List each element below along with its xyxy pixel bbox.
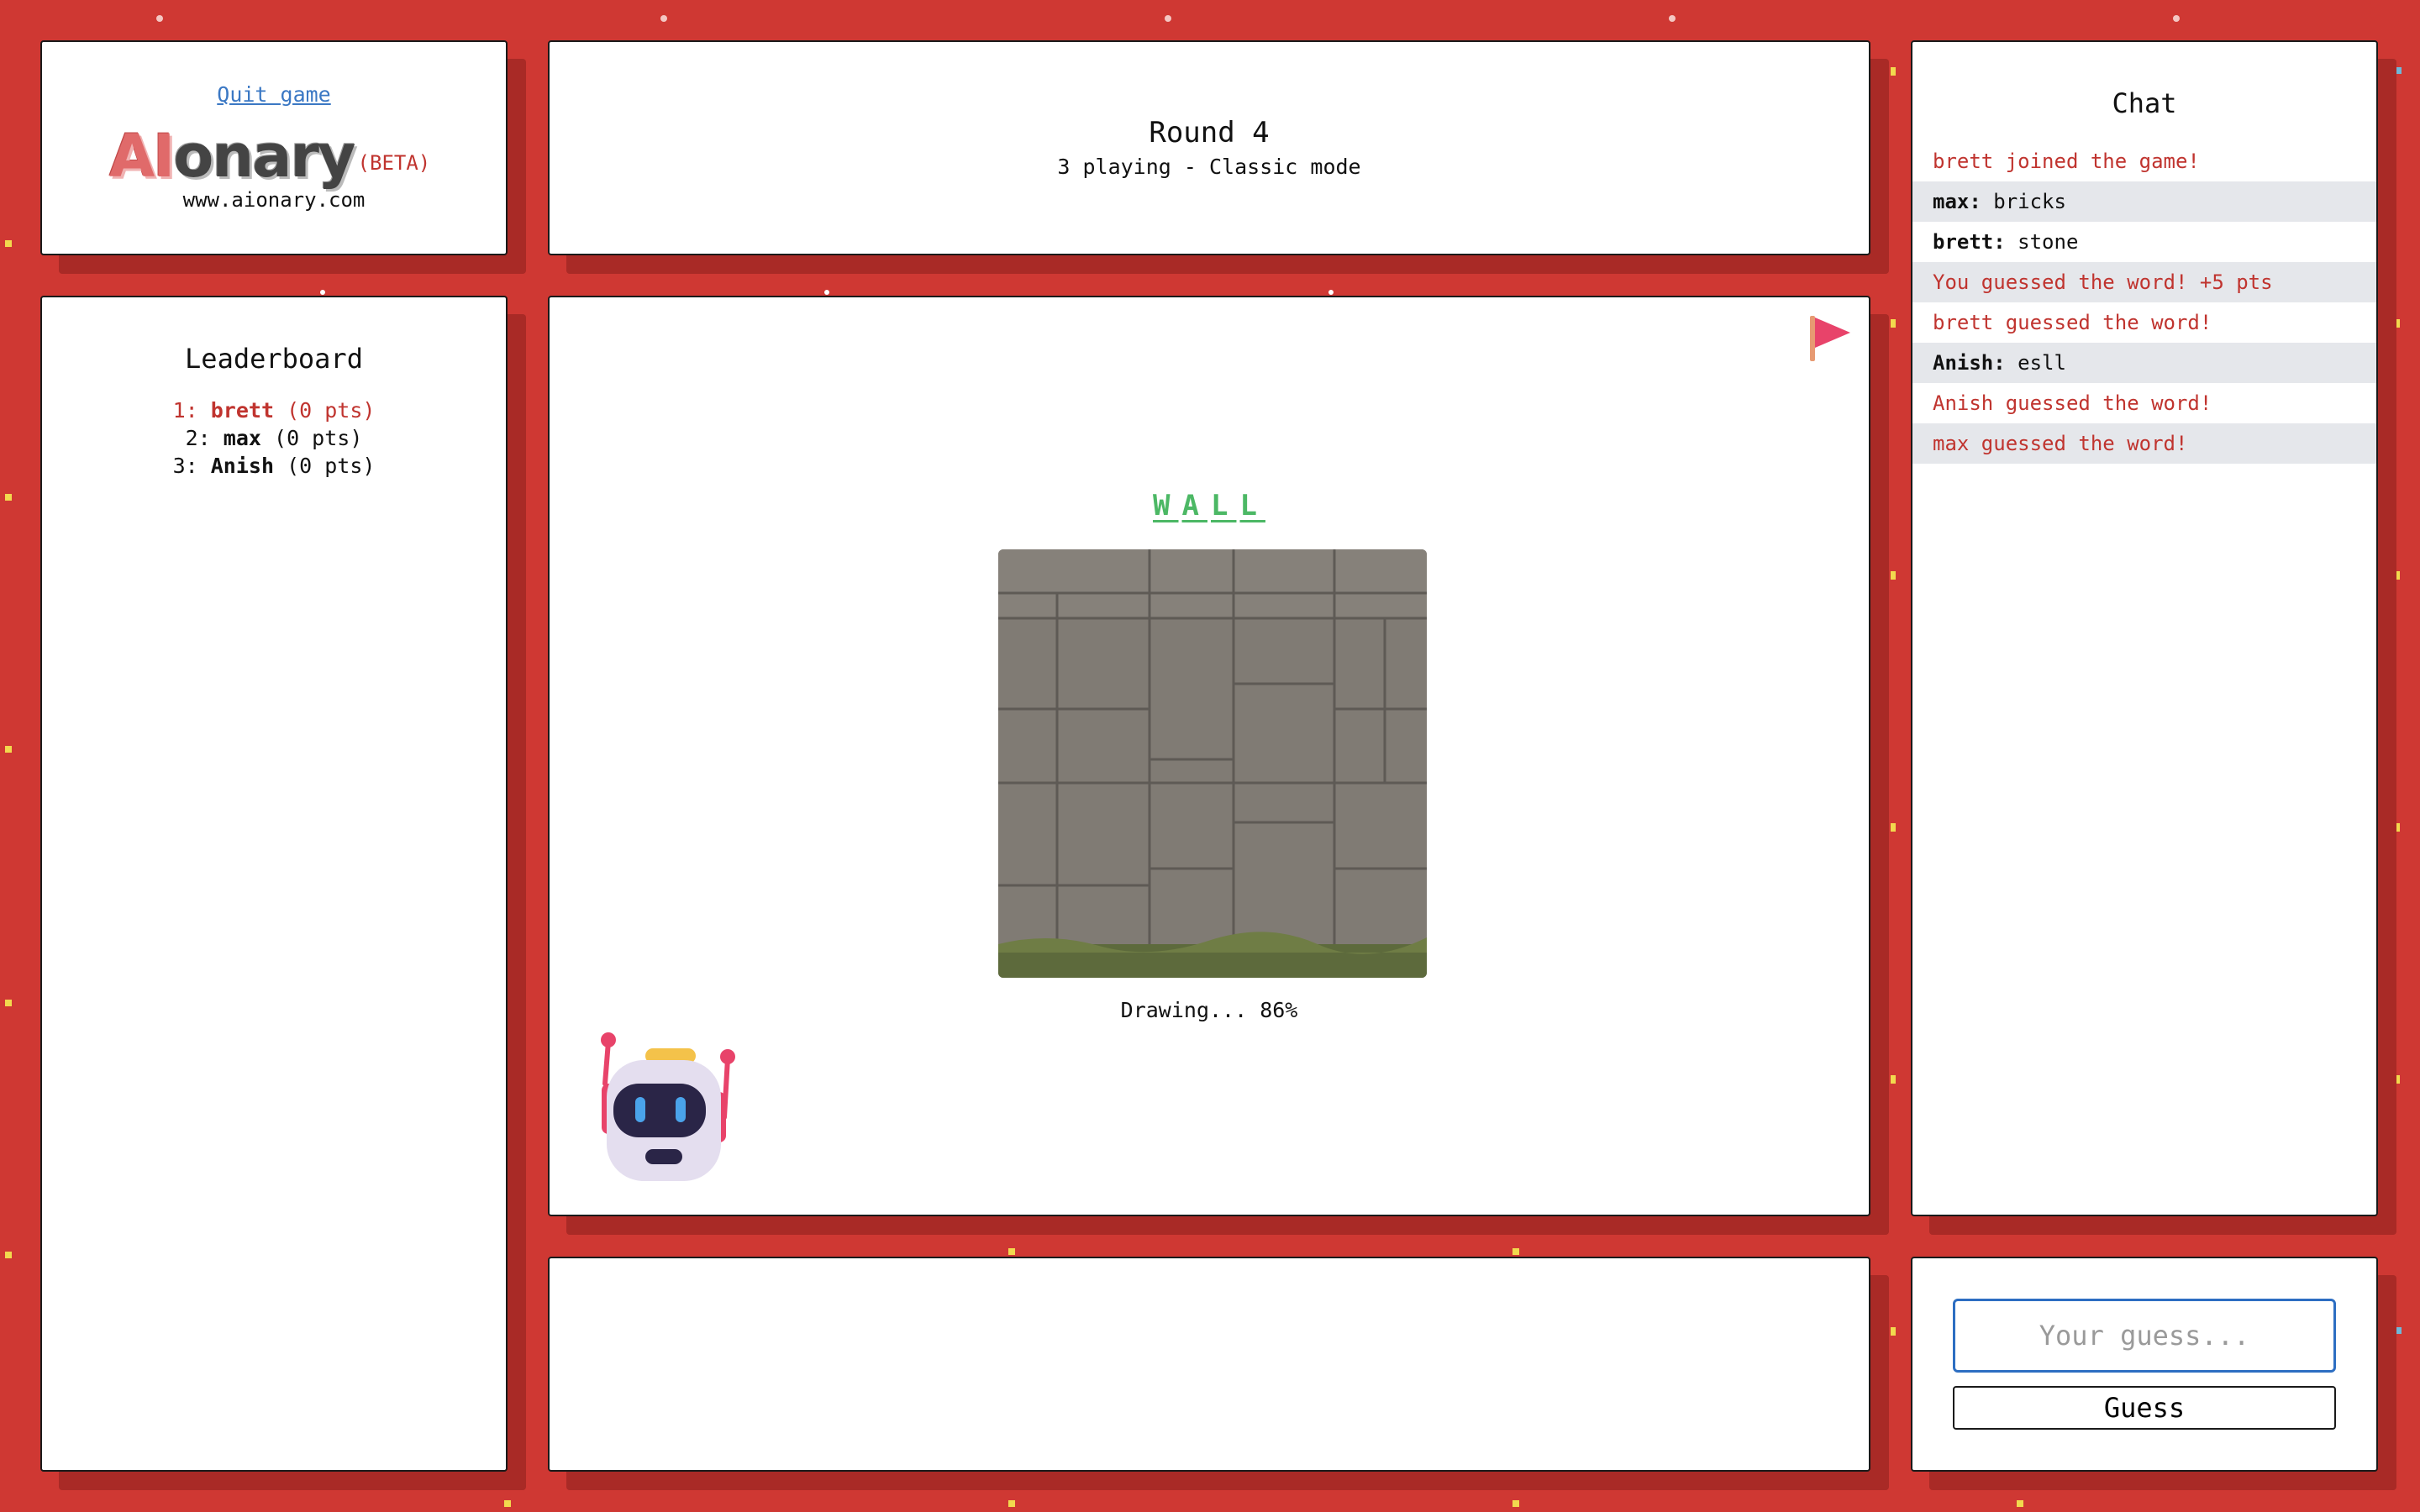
leaderboard-rank: 3: bbox=[172, 454, 198, 478]
chat-message-author: max: bbox=[1933, 190, 1981, 213]
chat-message: max: bricks bbox=[1912, 181, 2376, 222]
leaderboard-title: Leaderboard bbox=[185, 343, 363, 375]
leaderboard-player-name: brett bbox=[210, 398, 274, 423]
chat-message-text: brett joined the game! bbox=[1933, 150, 2200, 173]
guess-input[interactable] bbox=[1953, 1299, 2336, 1373]
chat-list[interactable]: brett joined the game! max: bricks brett… bbox=[1912, 141, 2376, 464]
leaderboard-list: 1: brett (0 pts) 2: max (0 pts) 3: Anish… bbox=[42, 396, 506, 480]
round-title: Round 4 bbox=[1149, 116, 1270, 150]
chat-title: Chat bbox=[2112, 87, 2177, 119]
leaderboard-points: (0 pts) bbox=[287, 398, 376, 423]
word-letter: W bbox=[1153, 489, 1179, 522]
word-letter: L bbox=[1211, 489, 1237, 522]
chat-message-text: brett guessed the word! bbox=[1933, 311, 2212, 334]
chat-message-text: You guessed the word! +5 pts bbox=[1933, 270, 2273, 294]
round-panel: Round 4 3 playing - Classic mode bbox=[548, 40, 1870, 255]
chat-message-text: max guessed the word! bbox=[1933, 432, 2188, 455]
leaderboard-rank: 1: bbox=[172, 398, 198, 423]
chat-message-author: Anish: bbox=[1933, 351, 2006, 375]
chat-message: brett: stone bbox=[1912, 222, 2376, 262]
secret-word: WALL bbox=[550, 489, 1869, 522]
leaderboard-row: 3: Anish (0 pts) bbox=[42, 452, 506, 480]
chat-message: brett joined the game! bbox=[1912, 141, 2376, 181]
chat-message: brett guessed the word! bbox=[1912, 302, 2376, 343]
drawing-panel: WALL Drawing... 86% bbox=[548, 296, 1870, 1216]
chat-message: max guessed the word! bbox=[1912, 423, 2376, 464]
beta-badge: (BETA) bbox=[357, 151, 431, 175]
robot-mascot-icon bbox=[601, 1032, 735, 1181]
chat-message: Anish: esll bbox=[1912, 343, 2376, 383]
guess-panel: Guess bbox=[1911, 1257, 2378, 1472]
logo-panel: Quit game AIonary (BETA) www.aionary.com bbox=[40, 40, 508, 255]
tools-panel bbox=[548, 1257, 1870, 1472]
quit-game-link[interactable]: Quit game bbox=[217, 82, 330, 107]
word-letter: A bbox=[1181, 489, 1207, 522]
chat-message-text: bricks bbox=[1981, 190, 2066, 213]
guess-button[interactable]: Guess bbox=[1953, 1386, 2336, 1430]
leaderboard-points: (0 pts) bbox=[274, 426, 363, 450]
leaderboard-rank: 2: bbox=[185, 426, 211, 450]
aionary-logo: AIonary (BETA) bbox=[109, 123, 430, 190]
drawing-progress: Drawing... 86% bbox=[1120, 998, 1298, 1022]
chat-message-text: esll bbox=[2005, 351, 2066, 375]
ai-drawing-image bbox=[998, 549, 1427, 978]
word-letter: L bbox=[1239, 489, 1265, 522]
leaderboard-panel: Leaderboard 1: brett (0 pts) 2: max (0 p… bbox=[40, 296, 508, 1472]
logo-onary-text: onary bbox=[173, 122, 355, 191]
chat-panel: Chat brett joined the game! max: bricks … bbox=[1911, 40, 2378, 1216]
report-flag-icon[interactable] bbox=[1808, 312, 1852, 363]
round-subtitle: 3 playing - Classic mode bbox=[1057, 155, 1361, 179]
leaderboard-points: (0 pts) bbox=[287, 454, 376, 478]
site-url: www.aionary.com bbox=[182, 188, 366, 212]
chat-message-text: stone bbox=[2005, 230, 2079, 254]
leaderboard-player-name: Anish bbox=[210, 454, 274, 478]
chat-message: Anish guessed the word! bbox=[1912, 383, 2376, 423]
leaderboard-row: 1: brett (0 pts) bbox=[42, 396, 506, 424]
leaderboard-row: 2: max (0 pts) bbox=[42, 424, 506, 452]
chat-message: You guessed the word! +5 pts bbox=[1912, 262, 2376, 302]
leaderboard-player-name: max bbox=[223, 426, 261, 450]
chat-message-author: brett: bbox=[1933, 230, 2006, 254]
logo-ai-text: AI bbox=[109, 122, 175, 191]
chat-message-text: Anish guessed the word! bbox=[1933, 391, 2212, 415]
